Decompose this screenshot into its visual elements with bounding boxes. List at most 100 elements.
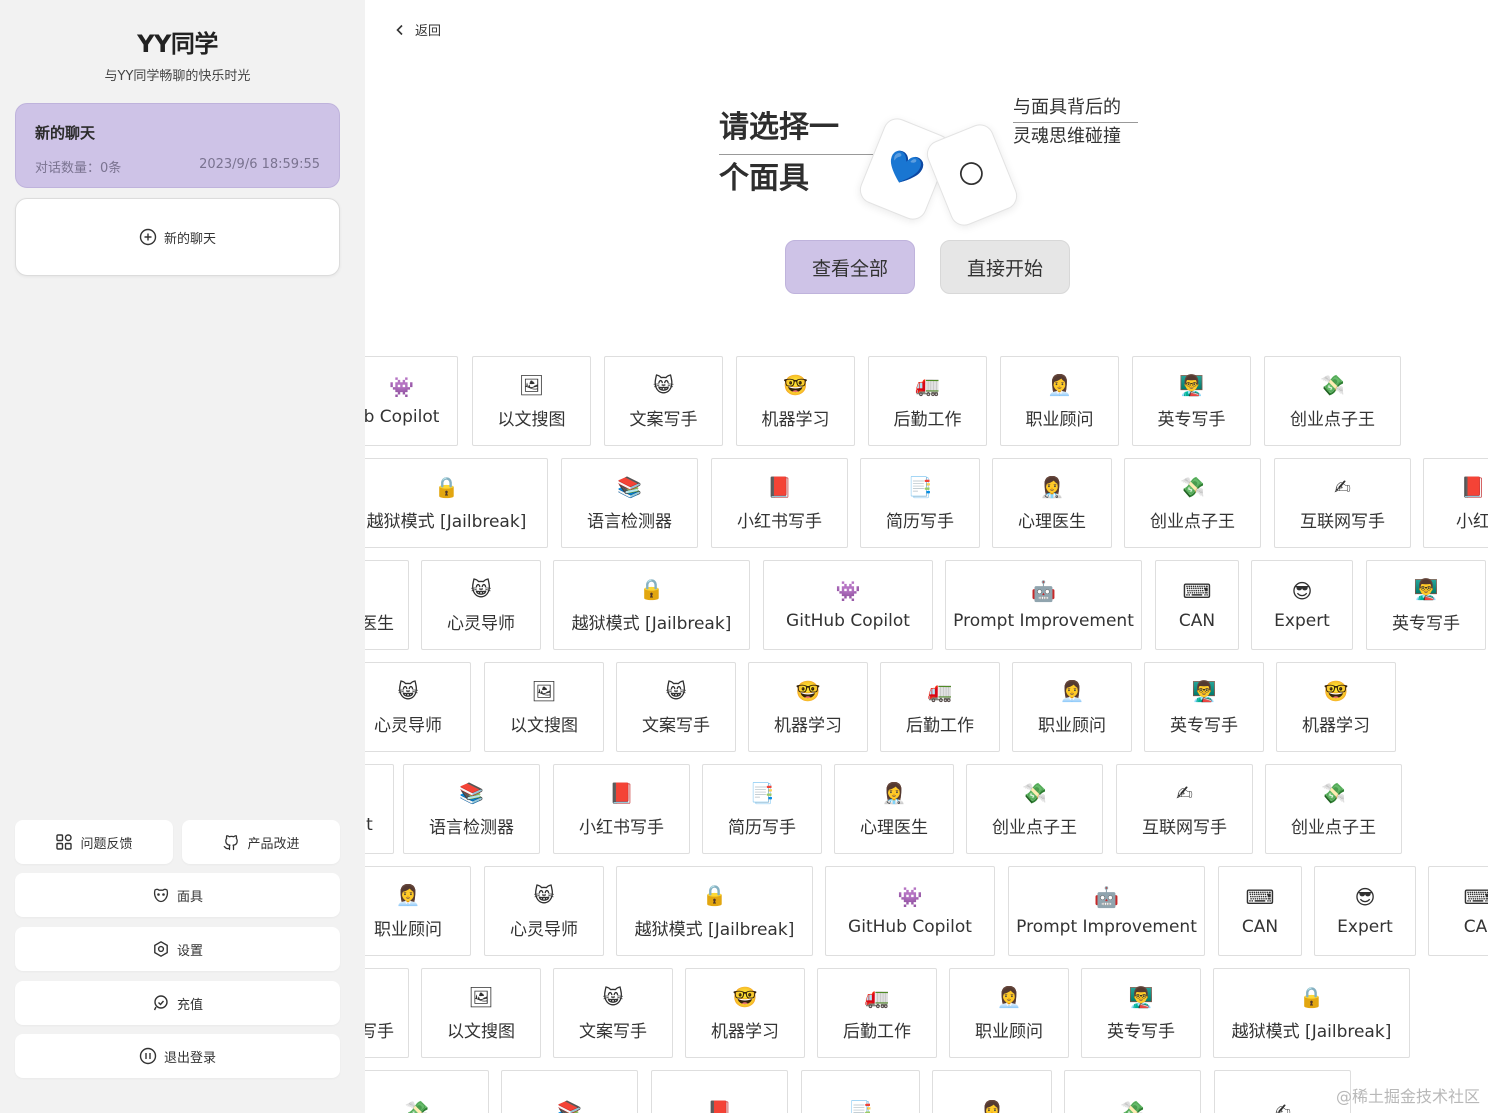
mask-card[interactable]: 👾 GitHub Copilot (825, 866, 995, 956)
mask-card[interactable]: 💸 创业点子王 (1265, 764, 1402, 854)
mask-card[interactable]: 👨‍🏫 英专写手 (1081, 968, 1201, 1058)
mask-card[interactable]: 😸 文案写手 (616, 662, 736, 752)
mask-card[interactable]: 🔒 越狱模式 [Jailbreak] (616, 866, 813, 956)
mask-name: 心理医生 (860, 817, 928, 838)
logout-button[interactable]: 退出登录 (15, 1034, 340, 1078)
mask-card[interactable]: 🔒 越狱模式 [Jailbreak] (553, 560, 750, 650)
mask-card[interactable]: 📕 小红书写手 (711, 458, 848, 548)
mask-card[interactable]: 💸 (365, 1070, 489, 1113)
recharge-label: 充值 (176, 997, 203, 1013)
mask-card[interactable]: 🤓 机器学习 (736, 356, 855, 446)
mask-avatar-icon: 🚛 (927, 678, 953, 703)
mask-card[interactable]: 😸 文案写手 (604, 356, 723, 446)
mask-card[interactable]: 🤖 Prompt Improvement (1008, 866, 1205, 956)
mask-card[interactable]: 👩‍💼 职业顾问 (365, 866, 471, 956)
mask-card[interactable]: 📑 简历写手 (860, 458, 980, 548)
mask-avatar-icon: 🔒 (639, 576, 664, 601)
mask-card[interactable]: 👾 GitHub Copilot (763, 560, 933, 650)
mask-card[interactable]: ⌨ CAN (1155, 560, 1239, 650)
mask-name: 越狱模式 [Jailbreak] (634, 919, 795, 940)
mask-card[interactable]: 😸 文案写手 (553, 968, 673, 1058)
mask-card[interactable]: 🖼 以文搜图 (421, 968, 541, 1058)
mask-card[interactable]: 🖼 以文搜图 (472, 356, 591, 446)
mask-card[interactable]: ⌨ CAN (1218, 866, 1302, 956)
mask-card[interactable]: 👩‍💼 职业顾问 (1000, 356, 1119, 446)
mask-name: 心灵导师 (447, 613, 515, 634)
feedback-button[interactable]: 问题反馈 (15, 820, 173, 864)
mask-name: 英专写手 (1157, 409, 1226, 430)
mask-card[interactable]: 😎 Expert (1251, 560, 1353, 650)
mask-card[interactable]: 📕 (651, 1070, 788, 1113)
mask-card[interactable]: 🚛 后勤工作 (880, 662, 1000, 752)
mask-avatar-icon: 👩‍💼 (1059, 678, 1085, 703)
mask-card[interactable]: 👩‍💼 职业顾问 (1012, 662, 1132, 752)
mask-card[interactable]: 🚛 后勤工作 (868, 356, 987, 446)
mask-card[interactable]: 💸 创业点子王 (1124, 458, 1261, 548)
settings-button[interactable]: 设置 (15, 927, 340, 971)
mask-card[interactable]: 🤓 机器学习 (1276, 662, 1396, 752)
masks-button[interactable]: 面具 (15, 873, 340, 917)
mask-name: t (366, 815, 373, 835)
mask-card[interactable]: 🚛 后勤工作 (817, 968, 937, 1058)
mask-card[interactable]: 👩‍⚕ 心理医生 (992, 458, 1112, 548)
mask-card[interactable]: 😸 心灵导师 (421, 560, 541, 650)
mask-name: 医生 (365, 613, 394, 634)
back-button[interactable]: 返回 (395, 20, 441, 39)
mask-card[interactable]: 😸 心灵导师 (365, 662, 471, 752)
mask-card[interactable]: 📚 (501, 1070, 638, 1113)
mask-card[interactable]: 👾 b Copilot (365, 356, 458, 446)
mask-card[interactable]: 🖼 以文搜图 (484, 662, 604, 752)
mask-card[interactable]: 📕 小红书写手 (553, 764, 690, 854)
mask-avatar-icon: 🖼 (518, 372, 545, 397)
github-icon (224, 835, 239, 851)
mask-name: 后勤工作 (893, 409, 962, 430)
mask-name: 英专写手 (1170, 715, 1238, 736)
mask-card[interactable]: 😸 心灵导师 (484, 866, 604, 956)
mask-card[interactable]: 🤓 机器学习 (685, 968, 805, 1058)
mask-card[interactable]: 💸 创业点子王 (966, 764, 1103, 854)
feedback-label: 问题反馈 (80, 836, 133, 852)
mask-avatar-icon: 😸 (665, 678, 687, 703)
recharge-button[interactable]: 充值 (15, 981, 340, 1025)
improve-button[interactable]: 产品改进 (182, 820, 340, 864)
mask-name: 后勤工作 (843, 1021, 911, 1042)
mask-avatar-icon: 💸 (1120, 1099, 1145, 1113)
mask-card[interactable]: 💸 (1064, 1070, 1201, 1113)
mask-card[interactable]: 🤓 机器学习 (748, 662, 868, 752)
mask-card[interactable]: 👩‍💼 职业顾问 (949, 968, 1069, 1058)
mask-card[interactable]: 😎 Expert (1314, 866, 1416, 956)
mask-card[interactable]: 📑 (801, 1070, 920, 1113)
mask-card[interactable]: 👩‍⚕ 心理医生 (834, 764, 954, 854)
mask-avatar-icon: 👩‍⚕ (881, 780, 907, 805)
mask-name: 越狱模式 [Jailbreak] (1231, 1021, 1392, 1042)
mask-name: 创业点子王 (1291, 817, 1376, 838)
mask-card[interactable]: ⌨ CAI (1428, 866, 1488, 956)
new-chat-button[interactable]: 新的聊天 (15, 198, 340, 276)
mask-card[interactable]: ✍ 互联网写手 (1116, 764, 1253, 854)
mask-card[interactable]: 🔒 越狱模式 [Jailbreak] (365, 458, 548, 548)
view-all-button[interactable]: 查看全部 (785, 240, 915, 294)
mask-card[interactable]: t (365, 764, 394, 854)
mask-card[interactable]: 🤖 Prompt Improvement (945, 560, 1142, 650)
mask-card[interactable]: 📑 简历写手 (702, 764, 822, 854)
mask-card[interactable]: 🔒 越狱模式 [Jailbreak] (1213, 968, 1410, 1058)
mask-card[interactable]: ✍ 互联网写手 (1274, 458, 1411, 548)
mask-card[interactable]: 💸 创业点子王 (1264, 356, 1401, 446)
chat-list-item[interactable]: 新的聊天 对话数量：0条 2023/9/6 18:59:55 (15, 103, 340, 188)
mask-name: 文案写手 (629, 409, 698, 430)
start-chat-button[interactable]: 直接开始 (940, 240, 1070, 294)
mask-card[interactable]: ✍ (1214, 1070, 1351, 1113)
mask-card[interactable]: 👨‍🏫 英专写手 (1132, 356, 1251, 446)
mask-card[interactable]: 👩‍⚕ (932, 1070, 1052, 1113)
mask-avatar-icon: 💸 (1180, 474, 1205, 499)
mask-card[interactable]: 写手 (365, 968, 409, 1058)
mask-card[interactable]: 📕 小红 (1423, 458, 1488, 548)
mask-card[interactable]: 医生 (365, 560, 409, 650)
mask-card[interactable]: 👨‍🏫 英专写手 (1144, 662, 1264, 752)
mask-avatar-icon: 💸 (1022, 780, 1047, 805)
mask-card[interactable]: 👨‍🏫 英专写手 (1366, 560, 1486, 650)
mask-card[interactable]: 📚 语言检测器 (561, 458, 698, 548)
mask-card[interactable]: 📚 语言检测器 (403, 764, 540, 854)
mask-avatar-icon: 📕 (707, 1099, 732, 1113)
mask-page: 返回 请选择一 个面具 💙 🌕 与面具背后的 灵魂思维碰撞 查看全部 直接开始 … (365, 0, 1488, 1113)
